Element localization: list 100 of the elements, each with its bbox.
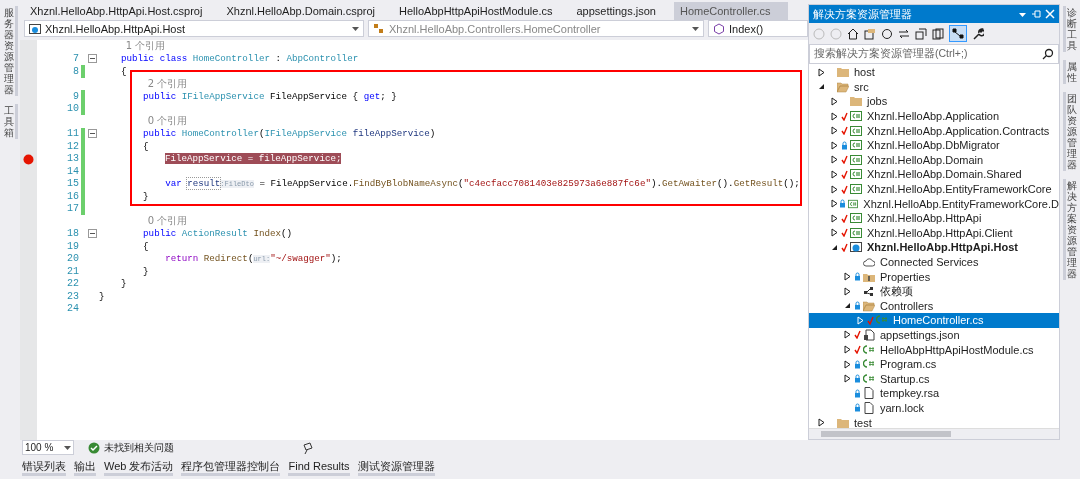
document-tab[interactable]: appsettings.json <box>570 2 674 20</box>
line-number: 8 <box>72 65 79 77</box>
document-tab[interactable]: Xhznl.HelloAbp.HttpApi.Host.csproj <box>24 2 221 20</box>
csharp-project-icon <box>850 153 862 166</box>
type-dropdown[interactable]: Xhznl.HelloAbp.Controllers.HomeController <box>368 20 704 37</box>
expanded-arrow-icon[interactable] <box>817 82 826 92</box>
tree-item[interactable]: tempkey.rsa <box>809 386 1059 401</box>
tree-item[interactable]: Xhznl.HelloAbp.Application.Contracts <box>809 123 1059 138</box>
open-folder-icon <box>837 80 849 93</box>
csharp-project-icon <box>850 110 862 123</box>
collapsed-arrow-icon[interactable] <box>830 169 839 179</box>
tool-window-tab[interactable]: 属性 <box>1062 60 1078 84</box>
tree-item[interactable]: Controllers <box>809 298 1059 314</box>
tool-window-tab[interactable]: Web 发布活动 <box>104 458 174 476</box>
dropdown-caret-icon <box>692 26 699 31</box>
collapse-icon[interactable] <box>87 129 97 139</box>
collapsed-arrow-icon[interactable] <box>830 228 839 238</box>
document-tab[interactable]: Xhznl.HelloAbp.Domain.csproj <box>220 2 393 20</box>
issues-status[interactable]: 未找到相关问题 <box>88 440 288 455</box>
tree-item[interactable]: Xhznl.HelloAbp.Domain <box>809 152 1059 168</box>
tool-window-tab[interactable]: 程序包管理器控制台 <box>181 458 281 476</box>
csharp-project-icon <box>850 212 862 225</box>
tree-item[interactable]: jobs <box>809 94 1059 109</box>
tree-item[interactable]: Xhznl.HelloAbp.HttpApi.Client <box>809 225 1059 241</box>
tree-item[interactable]: host <box>809 65 1059 80</box>
collapsed-arrow-icon[interactable] <box>817 418 826 428</box>
tree-item[interactable]: HomeController.cs <box>809 313 1059 328</box>
collapsed-arrow-icon[interactable] <box>830 140 839 150</box>
expanded-arrow-icon[interactable] <box>843 301 852 311</box>
tree-item[interactable]: Xhznl.HelloAbp.DbMigrator <box>809 137 1059 153</box>
code-line: } <box>142 265 149 277</box>
collapsed-arrow-icon[interactable] <box>843 272 852 282</box>
file-icon <box>863 387 875 400</box>
tree-item[interactable]: HelloAbpHttpApiHostModule.cs <box>809 342 1059 357</box>
csharp-project-icon <box>850 226 862 239</box>
sync-selected-icon[interactable] <box>949 25 967 42</box>
scrollbar-thumb[interactable] <box>821 431 951 437</box>
document-tab[interactable]: HomeController.cs <box>673 2 789 20</box>
collapsed-arrow-icon[interactable] <box>843 374 852 384</box>
tree-item[interactable]: Xhznl.HelloAbp.Application <box>809 108 1059 124</box>
code-line: public HomeController(IFileAppService fileAppService) <box>142 128 436 140</box>
collapsed-arrow-icon[interactable] <box>843 359 852 369</box>
tool-window-tab[interactable]: 解决方案资源管理器 <box>1062 179 1078 280</box>
tool-window-tab[interactable]: 工具箱 <box>2 104 18 139</box>
collapsed-arrow-icon[interactable] <box>830 184 839 194</box>
tool-window-tab[interactable]: 测试资源管理器 <box>357 458 435 476</box>
collapse-icon[interactable] <box>87 54 97 64</box>
collapsed-arrow-icon[interactable] <box>830 111 839 121</box>
tree-item[interactable]: Xhznl.HelloAbp.EntityFrameworkCore.D <box>809 196 1059 211</box>
document-tab[interactable]: HelloAbpHttpApiHostModule.cs <box>393 2 571 20</box>
tree-item[interactable]: src <box>809 79 1059 95</box>
tool-window-tab[interactable]: 诊断工具 <box>1062 6 1078 52</box>
search-field[interactable]: 搜索解决方案资源管理器(Ctrl+;) <box>809 44 1059 64</box>
pin-icon <box>1031 9 1041 19</box>
reference-count[interactable]: 0 个引用 <box>135 215 188 228</box>
tree-item[interactable]: Properties <box>809 269 1059 284</box>
reference-count[interactable]: 1 个引用 <box>113 40 166 53</box>
tree-item[interactable]: Program.cs <box>809 356 1059 372</box>
line-number: 21 <box>66 265 79 277</box>
csharp-project-icon <box>850 168 862 181</box>
tool-window-tab[interactable]: 团队资源管理器 <box>1062 92 1078 171</box>
reference-count[interactable]: 0 个引用 <box>135 115 188 128</box>
tool-window-tab[interactable]: 输出 <box>74 458 96 476</box>
line-number: 10 <box>66 103 79 115</box>
collapsed-arrow-icon[interactable] <box>830 97 839 106</box>
sync-arrows-icon <box>898 27 910 40</box>
tool-window-tab[interactable]: 错误列表 <box>22 458 66 476</box>
tree-item[interactable]: appsettings.json <box>809 327 1059 343</box>
code-line: { <box>120 65 127 77</box>
tool-window-tab[interactable]: Find Results <box>288 458 350 476</box>
line-number: 16 <box>66 190 79 202</box>
tree-item[interactable]: Xhznl.HelloAbp.HttpApi <box>809 210 1059 226</box>
code-editor[interactable] <box>20 40 808 440</box>
collapsed-arrow-icon[interactable] <box>830 155 839 165</box>
zoom-dropdown[interactable]: 100 % <box>22 440 74 455</box>
collapsed-arrow-icon[interactable] <box>843 330 852 340</box>
collapsed-arrow-icon[interactable] <box>843 286 852 296</box>
tree-item[interactable]: Xhznl.HelloAbp.EntityFrameworkCore <box>809 181 1059 197</box>
collapsed-arrow-icon[interactable] <box>843 345 852 355</box>
reference-count[interactable]: 2 个引用 <box>135 77 188 90</box>
tree-item[interactable]: Connected Services <box>809 254 1059 270</box>
collapsed-arrow-icon[interactable] <box>830 213 839 223</box>
tree-item[interactable]: yarn.lock <box>809 400 1059 416</box>
collapsed-arrow-icon[interactable] <box>817 67 826 77</box>
code-line: public ActionResult Index() <box>142 228 292 240</box>
line-number: 9 <box>72 90 79 102</box>
tool-window-tab[interactable]: 服务器资源管理器 <box>2 6 18 96</box>
tree-item[interactable]: Xhznl.HelloAbp.HttpApi.Host <box>809 240 1059 255</box>
tree-item[interactable]: test <box>809 415 1059 428</box>
collapsed-arrow-icon[interactable] <box>830 199 838 209</box>
search-icon <box>1042 48 1054 60</box>
breakpoint-icon[interactable] <box>23 153 34 165</box>
collapse-icon[interactable] <box>87 229 97 239</box>
project-dropdown[interactable]: Xhznl.HelloAbp.HttpApi.Host <box>24 20 364 37</box>
tree-item[interactable]: 依赖项 <box>809 283 1059 299</box>
collapsed-arrow-icon[interactable] <box>830 126 839 136</box>
tree-item[interactable]: Startup.cs <box>809 371 1059 387</box>
tree-item[interactable]: Xhznl.HelloAbp.Domain.Shared <box>809 167 1059 182</box>
class-icon <box>373 22 385 35</box>
member-dropdown[interactable]: Index() <box>708 20 808 37</box>
